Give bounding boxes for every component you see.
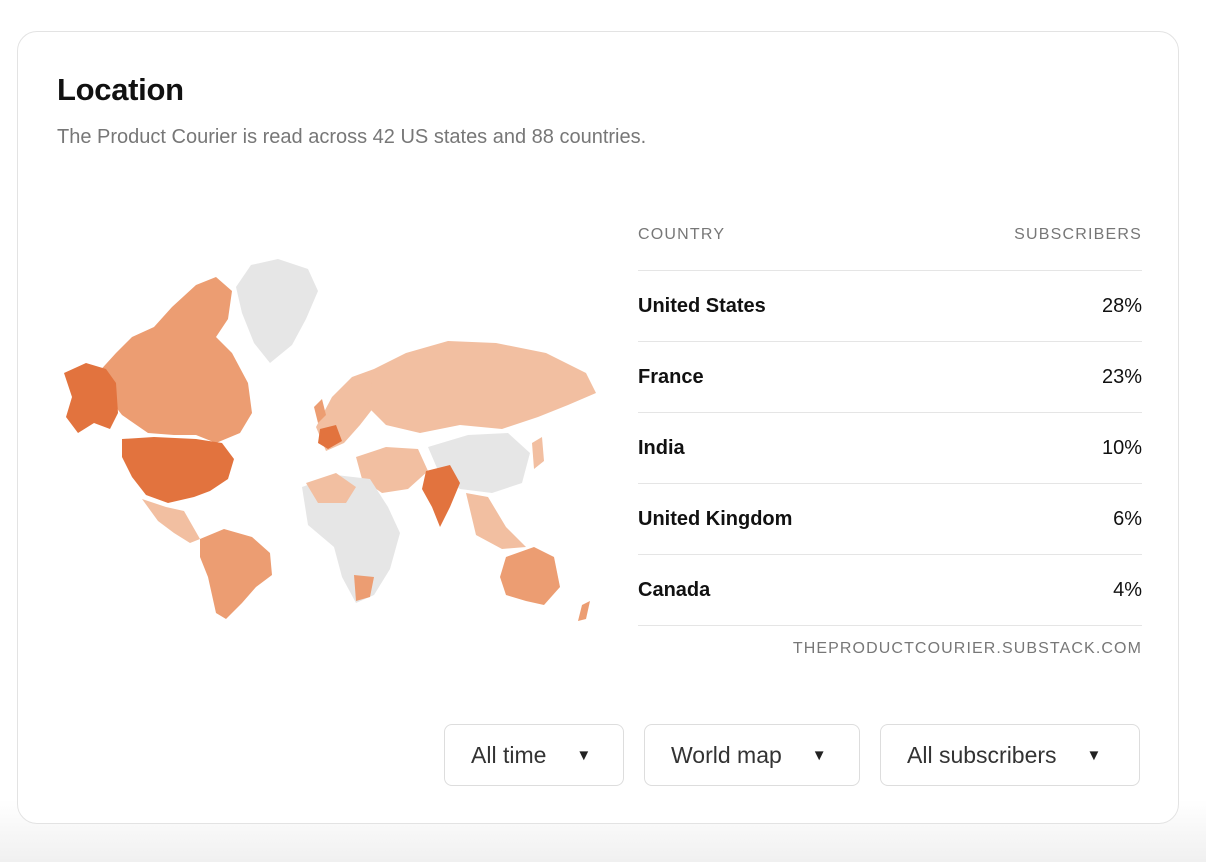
dropdown-label: All subscribers: [907, 741, 1057, 768]
table-row: United Kingdom 6%: [638, 484, 1142, 555]
country-name: Canada: [638, 578, 711, 601]
header-subscribers: SUBSCRIBERS: [1014, 226, 1142, 243]
subscriber-pct: 10%: [1101, 436, 1142, 459]
dropdown-label: All time: [471, 741, 547, 768]
filter-controls: All time ▼ World map ▼ All subscribers ▼: [444, 724, 1140, 786]
table-header: COUNTRY SUBSCRIBERS: [638, 222, 1142, 271]
map-region-canada: [96, 277, 252, 443]
dropdown-label: World map: [671, 741, 782, 768]
subscriber-pct: 6%: [1113, 507, 1142, 530]
map-region-india: [422, 465, 460, 527]
map-region-new-zealand: [578, 601, 590, 621]
source-link: THEPRODUCTCOURIER.SUBSTACK.COM: [792, 640, 1142, 657]
table-row: France 23%: [638, 342, 1142, 413]
section-title: Location: [57, 72, 184, 107]
view-dropdown[interactable]: World map ▼: [644, 724, 860, 786]
section-subtitle: The Product Courier is read across 42 US…: [57, 126, 647, 148]
caret-down-icon: ▼: [1086, 746, 1102, 764]
subscriber-pct: 23%: [1101, 365, 1142, 388]
location-card: Location The Product Courier is read acr…: [17, 31, 1179, 824]
country-table: COUNTRY SUBSCRIBERS United States 28% Fr…: [638, 222, 1142, 658]
map-region-greenland: [236, 259, 318, 363]
caret-down-icon: ▼: [576, 746, 592, 764]
map-region-southeast-asia: [466, 493, 526, 549]
map-region-united-states: [122, 437, 234, 503]
table-row: Canada 4%: [638, 555, 1142, 626]
country-name: France: [638, 365, 704, 388]
audience-dropdown[interactable]: All subscribers ▼: [880, 724, 1140, 786]
map-region-australia: [500, 547, 560, 605]
time-range-dropdown[interactable]: All time ▼: [444, 724, 624, 786]
country-name: India: [638, 436, 685, 459]
subscriber-pct: 28%: [1101, 294, 1142, 317]
map-region-south-america: [200, 529, 272, 619]
map-region-japan: [532, 437, 544, 469]
table-row: India 10%: [638, 413, 1142, 484]
subscriber-pct: 4%: [1113, 578, 1142, 601]
country-name: United States: [638, 294, 766, 317]
map-region-russia: [368, 341, 596, 433]
table-row: United States 28%: [638, 271, 1142, 342]
caret-down-icon: ▼: [811, 746, 827, 764]
header-country: COUNTRY: [638, 226, 726, 243]
map-region-south-africa: [354, 575, 374, 601]
map-region-mexico: [142, 499, 200, 543]
world-map[interactable]: [56, 257, 606, 622]
country-name: United Kingdom: [638, 507, 793, 530]
